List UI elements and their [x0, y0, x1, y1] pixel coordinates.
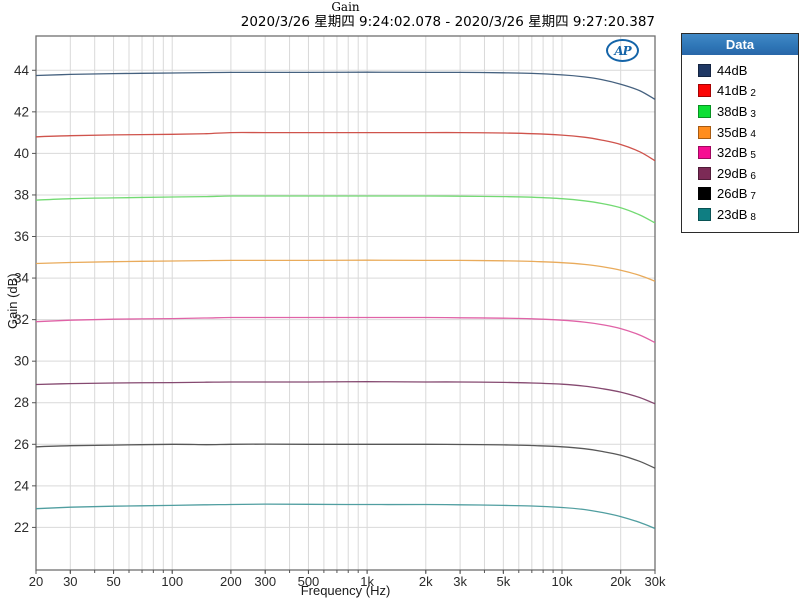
legend-item-label: 23dB [717, 207, 747, 222]
x-axis-title: Frequency (Hz) [36, 583, 655, 598]
y-tick-label: 42 [14, 104, 29, 119]
legend-item-label: 32dB [717, 145, 747, 160]
legend-header[interactable]: Data [682, 34, 798, 55]
ap-logo-text: AP [614, 44, 630, 58]
y-tick-label: 24 [14, 478, 30, 493]
legend-item-38db[interactable]: 38dB3 [682, 101, 798, 122]
legend-item-label: 26dB [717, 186, 747, 201]
legend-swatch [698, 84, 711, 97]
legend-item-trace-number: 3 [750, 109, 756, 122]
legend-item-label: 38dB [717, 104, 747, 119]
ap-logo: AP [606, 39, 639, 62]
legend-swatch [698, 187, 711, 200]
legend-item-trace-number: 2 [750, 88, 756, 101]
legend-item-32db[interactable]: 32dB5 [682, 142, 798, 163]
legend-swatch [698, 146, 711, 159]
y-tick-label: 40 [14, 146, 29, 161]
legend-item-label: 35dB [717, 125, 747, 140]
ap-measurement-window: Gain 2020/3/26 星期四 9:24:02.078 - 2020/3/… [0, 0, 800, 600]
legend-item-label: 44dB [717, 63, 747, 78]
legend-item-trace-number: 6 [750, 171, 756, 184]
y-tick-label: 26 [14, 437, 29, 452]
legend-item-41db[interactable]: 41dB2 [682, 81, 798, 102]
data-legend-panel: Data 44dB41dB238dB335dB432dB529dB626dB72… [681, 33, 799, 233]
legend-swatch [698, 64, 711, 77]
legend-item-label: 41dB [717, 83, 747, 98]
y-axis-title: Gain (dB) [5, 236, 21, 366]
y-tick-label: 38 [14, 187, 29, 202]
y-tick-label: 22 [14, 520, 29, 535]
legend-item-trace-number: 8 [750, 212, 756, 225]
legend-item-29db[interactable]: 29dB6 [682, 163, 798, 184]
legend-item-44db[interactable]: 44dB [682, 60, 798, 81]
legend-items: 44dB41dB238dB335dB432dB529dB626dB723dB8 [682, 55, 798, 232]
legend-swatch [698, 126, 711, 139]
legend-item-23db[interactable]: 23dB8 [682, 204, 798, 225]
y-tick-label: 44 [14, 63, 30, 78]
legend-item-26db[interactable]: 26dB7 [682, 184, 798, 205]
legend-swatch [698, 167, 711, 180]
gain-frequency-plot: 2030501002003005001k2k3k5k10k20k30k22242… [0, 0, 672, 600]
legend-item-trace-number: 7 [750, 191, 756, 204]
legend-swatch [698, 208, 711, 221]
legend-item-35db[interactable]: 35dB4 [682, 122, 798, 143]
legend-item-label: 29dB [717, 166, 747, 181]
legend-item-trace-number: 4 [750, 129, 756, 142]
y-tick-label: 28 [14, 395, 29, 410]
legend-swatch [698, 105, 711, 118]
legend-item-trace-number: 5 [750, 150, 756, 163]
